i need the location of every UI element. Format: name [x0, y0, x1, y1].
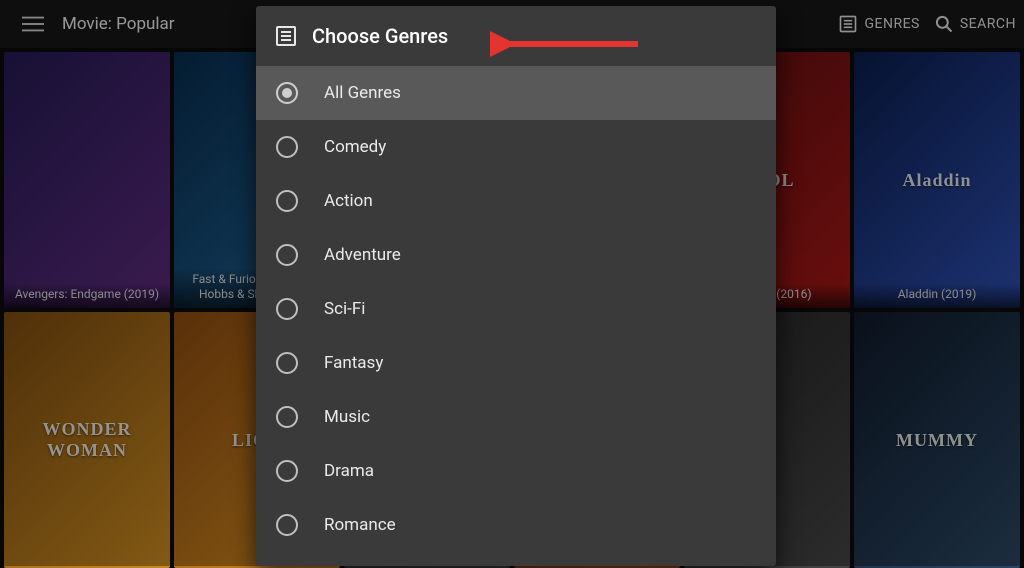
genre-option[interactable]: Comedy: [256, 120, 776, 174]
list-icon: [274, 24, 298, 48]
genre-option[interactable]: Sci-Fi: [256, 282, 776, 336]
genre-option[interactable]: Action: [256, 174, 776, 228]
genre-option-label: Action: [324, 191, 373, 211]
genre-option-label: Adventure: [324, 245, 401, 265]
genre-option-label: Romance: [324, 515, 396, 535]
genre-option-label: Fantasy: [324, 353, 383, 373]
radio-icon: [276, 460, 298, 482]
genre-option-label: Sci-Fi: [324, 299, 365, 319]
radio-icon: [276, 406, 298, 428]
genre-option-label: Music: [324, 407, 370, 427]
genre-list: All Genres Comedy Action Adventure Sci-Fi Fan…: [256, 66, 776, 552]
dialog-header: Choose Genres: [256, 6, 776, 66]
genre-option[interactable]: Adventure: [256, 228, 776, 282]
genre-option[interactable]: Music: [256, 390, 776, 444]
genre-option-label: All Genres: [324, 83, 401, 103]
radio-icon: [276, 244, 298, 266]
genre-option[interactable]: All Genres: [256, 66, 776, 120]
dialog-title: Choose Genres: [312, 24, 448, 48]
genre-option[interactable]: Fantasy: [256, 336, 776, 390]
radio-icon: [276, 352, 298, 374]
genre-option-label: Comedy: [324, 137, 386, 157]
radio-icon: [276, 136, 298, 158]
radio-icon: [276, 298, 298, 320]
genre-option[interactable]: Romance: [256, 498, 776, 552]
genre-option-label: Drama: [324, 461, 374, 481]
radio-icon: [276, 190, 298, 212]
radio-icon: [276, 82, 298, 104]
radio-icon: [276, 514, 298, 536]
genre-option[interactable]: Drama: [256, 444, 776, 498]
genres-dialog: Choose Genres All Genres Comedy Action Adve…: [256, 6, 776, 566]
